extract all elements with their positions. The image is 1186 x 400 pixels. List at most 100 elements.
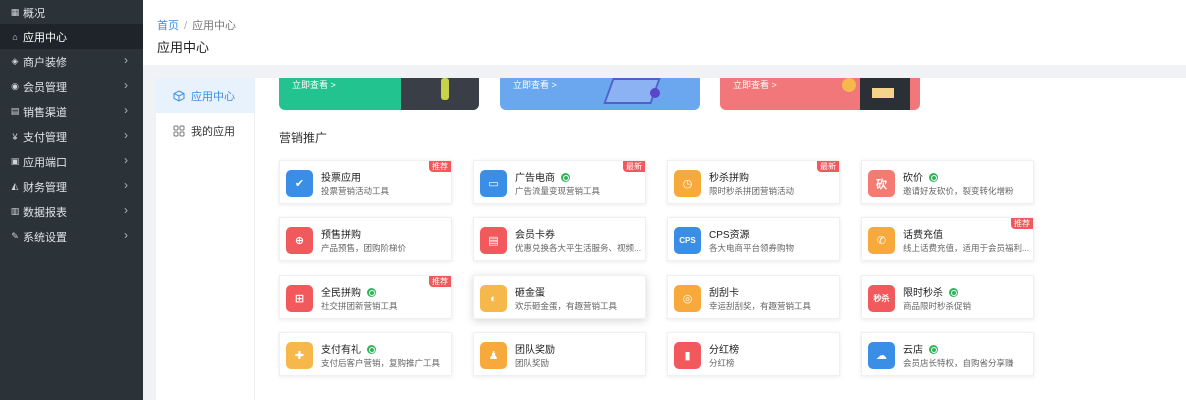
app-card-title-text: 话费充值 <box>903 230 943 241</box>
app-card-title-text: 会员卡券 <box>515 230 555 241</box>
sidebar-item[interactable]: ◉ 会员管理 › <box>0 74 143 99</box>
banner-figure <box>441 78 449 100</box>
app-card-title-text: 投票应用 <box>321 173 361 184</box>
app-card[interactable]: ◷ 秒杀拼购 限时秒杀拼团营销活动 最新 <box>667 160 840 204</box>
sidebar-item-label: 概况 <box>23 7 45 20</box>
palette-icon: ◈ <box>11 56 19 66</box>
wrench-icon: ✎ <box>11 231 19 241</box>
chart-icon: ◭ <box>11 181 19 191</box>
banner-link[interactable]: 立即查看 > <box>292 78 336 91</box>
banner-dot <box>650 88 660 98</box>
app-card-badge: 推荐 <box>1011 218 1033 229</box>
sub-navigation: 应用中心 我的应用 <box>156 78 255 400</box>
egg-icon: ◐ <box>480 285 507 312</box>
app-card[interactable]: ✆ 话费充值 线上话费充值，适用于会员福利... 推荐 <box>861 217 1034 261</box>
app-card[interactable]: ▮ 分红榜 分红榜 <box>667 332 840 376</box>
sidebar-item[interactable]: ¥ 支付管理 › <box>0 124 143 149</box>
subnav-item-app-center[interactable]: 应用中心 <box>156 78 255 113</box>
cps-icon: CPS <box>674 227 701 254</box>
app-card[interactable]: ▭ 广告电商 广告流量变现营销工具 最新 <box>473 160 646 204</box>
app-card[interactable]: ⊞ 全民拼购 社交拼团新营销工具 推荐 <box>279 275 452 319</box>
banner-link[interactable]: 立即查看 > <box>513 78 557 91</box>
channel-icon: ▤ <box>10 106 20 116</box>
main-content: 立即查看 > 立即查看 > 立即查看 > 营销推广 ✔ 投票应用 投票营销活动工具推… <box>255 78 1186 400</box>
promo-banner[interactable]: 立即查看 > <box>500 78 700 110</box>
subnav-item-my-apps[interactable]: 我的应用 <box>156 113 255 148</box>
header: 首页 / 应用中心 应用中心 <box>143 0 1186 65</box>
chevron-right-icon: › <box>124 103 128 117</box>
breadcrumb-current: 应用中心 <box>192 20 237 32</box>
banner-illustration <box>401 78 479 110</box>
sidebar-item[interactable]: ▦ 概况 <box>0 0 143 25</box>
app-card-description: 商品限时秒杀促销 <box>903 301 972 311</box>
app-card[interactable]: ☁ 云店 会员店长特权，自购省分享赚 <box>861 332 1034 376</box>
app-card[interactable]: 砍砍价邀请好友砍价，裂变转化增粉 <box>861 160 1034 204</box>
sidebar-item[interactable]: ◭ 财务管理 › <box>0 174 143 199</box>
banner-link[interactable]: 立即查看 > <box>733 78 777 91</box>
chevron-right-icon: › <box>124 128 128 142</box>
sidebar-item[interactable]: ⌂ 应用中心 <box>0 24 143 49</box>
app-card-description: 线上话费充值，适用于会员福利... <box>903 243 1030 253</box>
app-card-description: 团队奖励 <box>515 358 550 368</box>
sidebar-item-label: 数据报表 <box>23 206 67 219</box>
promo-banner[interactable]: 立即查看 > <box>279 78 479 110</box>
app-card-title: 分红榜 <box>709 341 739 356</box>
app-card-title-text: 广告电商 <box>515 173 555 184</box>
app-card-description: 幸运刮刮奖，有趣营销工具 <box>709 301 812 311</box>
promo-banner[interactable]: 立即查看 > <box>720 78 920 110</box>
app-card-title: 全民拼购 <box>321 284 376 299</box>
app-card[interactable]: ♟ 团队奖励 团队奖励 <box>473 332 646 376</box>
app-card[interactable]: ▤ 会员卡券 优惠兑换各大平生活服务、视频... <box>473 217 646 261</box>
app-card-description: 会员店长特权，自购省分享赚 <box>903 358 1014 368</box>
sidebar-item-label: 应用端口 <box>23 156 67 169</box>
subnav-item-label: 我的应用 <box>191 125 235 138</box>
chevron-right-icon: › <box>124 178 128 192</box>
app-card[interactable]: CPS CPS资源 各大电商平台领券购物 <box>667 217 840 261</box>
sidebar-item[interactable]: ✎ 系统设置 › <box>0 224 143 249</box>
sidebar-item[interactable]: ▣ 应用端口 › <box>0 149 143 174</box>
sidebar-item-label: 商户装修 <box>23 56 67 69</box>
sidebar-item-label: 支付管理 <box>23 131 67 144</box>
app-card-description: 邀请好友砍价，裂变转化增粉 <box>903 186 1014 196</box>
app-card[interactable]: ✔ 投票应用 投票营销活动工具 推荐 <box>279 160 452 204</box>
app-card-badge: 推荐 <box>429 276 451 287</box>
coin-icon <box>842 78 856 92</box>
sidebar-item[interactable]: ▥ 数据报表 › <box>0 199 143 224</box>
vote-icon: ✔ <box>286 170 313 197</box>
app-card-title-text: 全民拼购 <box>321 288 361 299</box>
app-card-title: 广告电商 <box>515 169 570 184</box>
sidebar-item-label: 系统设置 <box>23 231 67 244</box>
app-card-description: 广告流量变现营销工具 <box>515 186 601 196</box>
app-card-description: 欢乐砸金蛋，有趣营销工具 <box>515 301 618 311</box>
sidebar-item[interactable]: ◈ 商户装修 › <box>0 49 143 74</box>
app-card-title-text: 砍价 <box>903 173 923 184</box>
app-card-description: 优惠兑换各大平生活服务、视频... <box>515 243 642 253</box>
app-card[interactable]: ✚ 支付有礼 支付后客户营销，复购推广工具 <box>279 332 452 376</box>
app-card-title: 预售拼购 <box>321 226 361 241</box>
grid-icon <box>173 125 185 136</box>
app-card-title: 刮刮卡 <box>709 284 739 299</box>
team-icon: ♟ <box>480 342 507 369</box>
screen-icon: ▭ <box>480 170 507 197</box>
sidebar-item-label: 财务管理 <box>23 181 67 194</box>
app-card-title-text: 砸金蛋 <box>515 288 545 299</box>
chevron-right-icon: › <box>124 153 128 167</box>
verified-icon <box>561 173 570 182</box>
app-card-title-text: 团队奖励 <box>515 345 555 356</box>
breadcrumb-home-link[interactable]: 首页 <box>157 20 179 32</box>
section-title: 营销推广 <box>279 131 328 145</box>
app-card-title: 云店 <box>903 341 938 356</box>
bargain-icon: 砍 <box>868 170 895 197</box>
verified-icon <box>929 173 938 182</box>
overview-icon: ▦ <box>10 7 20 17</box>
app-card-title: 砍价 <box>903 169 938 184</box>
app-card-badge: 推荐 <box>429 161 451 172</box>
verified-icon <box>367 345 376 354</box>
app-card[interactable]: ⊕ 预售拼购 产品预售，团购阶梯价 <box>279 217 452 261</box>
sidebar-item[interactable]: ▤ 销售渠道 › <box>0 99 143 124</box>
verified-icon <box>367 288 376 297</box>
app-card[interactable]: ◐ 砸金蛋欢乐砸金蛋，有趣营销工具 <box>473 275 646 319</box>
app-card[interactable]: ◎ 刮刮卡 幸运刮刮奖，有趣营销工具 <box>667 275 840 319</box>
app-card[interactable]: 秒杀 限时秒杀 商品限时秒杀促销 <box>861 275 1034 319</box>
app-card-title-text: 秒杀拼购 <box>709 173 749 184</box>
